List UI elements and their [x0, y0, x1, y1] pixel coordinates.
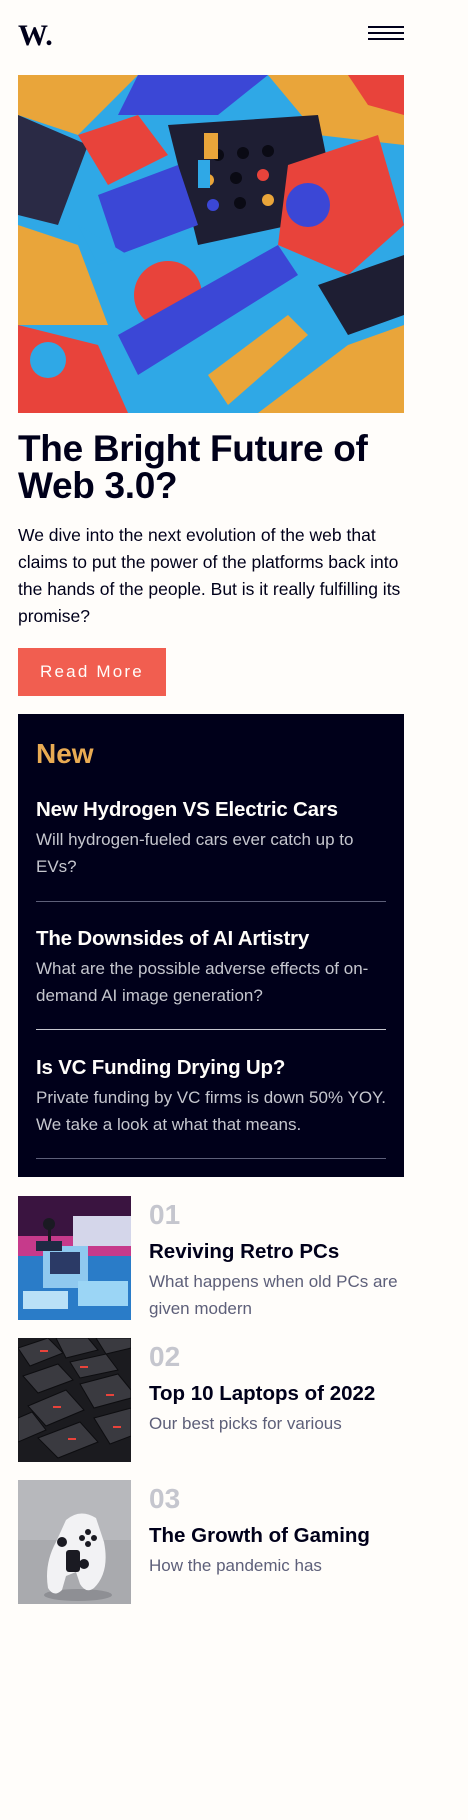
trending-title[interactable]: Reviving Retro PCs [149, 1236, 399, 1268]
new-article-description: Will hydrogen-fueled cars ever catch up … [36, 830, 354, 876]
new-article-title[interactable]: New Hydrogen VS Electric Cars [36, 796, 386, 824]
w-logo-icon[interactable]: W. [18, 18, 56, 52]
read-more-button[interactable]: Read More [18, 648, 166, 696]
trending-description: Our best picks for various [149, 1414, 342, 1433]
trending-article[interactable]: 03 The Growth of Gaming How the pandemic… [18, 1480, 404, 1604]
hero-title-line-1: The Bright Future of [18, 428, 368, 469]
trending-article[interactable]: 01 Reviving Retro PCs What happens when … [18, 1196, 404, 1320]
page: W. The Bright Future of Web 3.0? We dive… [0, 0, 468, 1820]
hero-title-line-2: Web 3.0? [18, 465, 178, 506]
trending-title[interactable]: The Growth of Gaming [149, 1520, 399, 1552]
laptop-keyboard-thumbnail [18, 1338, 131, 1462]
new-article-title[interactable]: Is VC Funding Drying Up? [36, 1054, 386, 1082]
hamburger-menu-icon[interactable] [368, 26, 404, 46]
divider [36, 901, 386, 902]
new-article-item[interactable]: New Hydrogen VS Electric Cars Will hydro… [36, 796, 386, 880]
trending-article[interactable]: 02 Top 10 Laptops of 2022 Our best picks… [18, 1338, 404, 1462]
trending-text: Reviving Retro PCs What happens when old… [149, 1236, 399, 1320]
game-controller-thumbnail [18, 1480, 131, 1604]
hero-image [18, 75, 404, 413]
trending-description: How the pandemic has [149, 1556, 322, 1575]
retro-pc-thumbnail [18, 1196, 131, 1320]
new-articles-panel: New New Hydrogen VS Electric Cars Will h… [18, 714, 404, 1177]
new-section-heading: New [36, 738, 94, 769]
new-article-title[interactable]: The Downsides of AI Artistry [36, 925, 386, 953]
hero-description: We dive into the next evolution of the w… [18, 525, 401, 626]
new-article-description: What are the possible adverse effects of… [36, 959, 369, 1005]
divider [36, 1158, 386, 1159]
trending-number: 03 [149, 1483, 181, 1514]
site-header: W. [18, 18, 404, 52]
new-article-item[interactable]: The Downsides of AI Artistry What are th… [36, 925, 386, 1009]
new-article-item[interactable]: Is VC Funding Drying Up? Private funding… [36, 1054, 386, 1138]
trending-number: 01 [149, 1199, 181, 1230]
trending-text: Top 10 Laptops of 2022 Our best picks fo… [149, 1378, 399, 1462]
new-article-description: Private funding by VC firms is down 50% … [36, 1088, 386, 1134]
trending-description: What happens when old PCs are given mode… [149, 1272, 398, 1318]
divider [36, 1029, 386, 1030]
hero-title: The Bright Future of Web 3.0? [18, 430, 408, 504]
trending-title[interactable]: Top 10 Laptops of 2022 [149, 1378, 399, 1410]
svg-text:W.: W. [18, 19, 53, 52]
trending-text: The Growth of Gaming How the pandemic ha… [149, 1520, 399, 1604]
trending-number: 02 [149, 1341, 181, 1372]
